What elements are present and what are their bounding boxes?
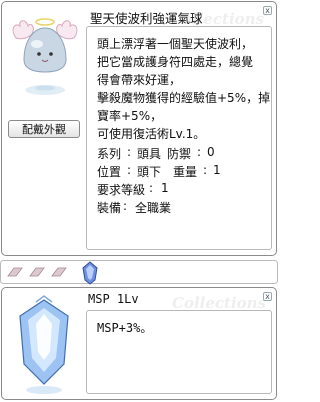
stat-separator: :: [149, 181, 154, 195]
req-level-value: 1: [161, 181, 169, 195]
item-illustration: [6, 8, 84, 118]
card-slot-bar: [0, 258, 278, 286]
stat-separator: :: [197, 145, 202, 159]
stat-defense-label: 防禦: [167, 147, 192, 161]
stat-separator: :: [123, 199, 128, 213]
stat-separator: :: [127, 145, 132, 159]
description-line: 得會帶來好運，: [97, 73, 182, 87]
stat-position-value: 頭下: [137, 165, 162, 179]
view-appearance-button[interactable]: 配戴外觀: [8, 120, 80, 138]
stat-position-label: 位置: [97, 165, 122, 179]
card-description-box: MSP+3%。: [86, 310, 272, 394]
card-description: MSP+3%。: [97, 321, 153, 335]
description-line: 擊殺魔物獲得的經驗值+5%，掉: [97, 91, 271, 105]
item-description-box: 頭上漂浮著一個聖天使波利， 把它當成護身符四處走，總覺 得會帶來好運， 擊殺魔物…: [86, 26, 272, 250]
item-info-window: Collections Collections 聖天使波利強運氣球 x: [1, 1, 277, 256]
description-line: 可使用復活術Lv.1。: [97, 127, 206, 141]
close-button[interactable]: x: [263, 292, 272, 301]
card-illustration: [6, 294, 82, 398]
stat-separator: :: [127, 163, 132, 177]
stat-separator: :: [203, 163, 208, 177]
stat-weight-value: 1: [213, 163, 221, 177]
description-line: 把它當成護身符四處走，總覺: [97, 55, 254, 69]
close-button[interactable]: x: [263, 6, 272, 15]
card-info-window: Collections MSP 1Lv x MSP+3%。: [1, 287, 277, 400]
stat-weight-label: 重量: [173, 165, 198, 179]
req-level-label: 要求等級: [97, 183, 146, 197]
stat-series-value: 頭具: [137, 147, 162, 161]
stat-series-label: 系列: [97, 147, 122, 161]
stat-defense-value: 0: [207, 145, 215, 159]
card-title: MSP 1Lv: [88, 292, 139, 306]
equip-label: 裝備: [97, 201, 122, 215]
description-line: 頭上漂浮著一個聖天使波利，: [97, 37, 254, 51]
equip-value: 全職業: [135, 201, 172, 215]
item-title: 聖天使波利強運氣球: [90, 11, 203, 26]
description-line: 寶率+5%，: [97, 109, 163, 123]
